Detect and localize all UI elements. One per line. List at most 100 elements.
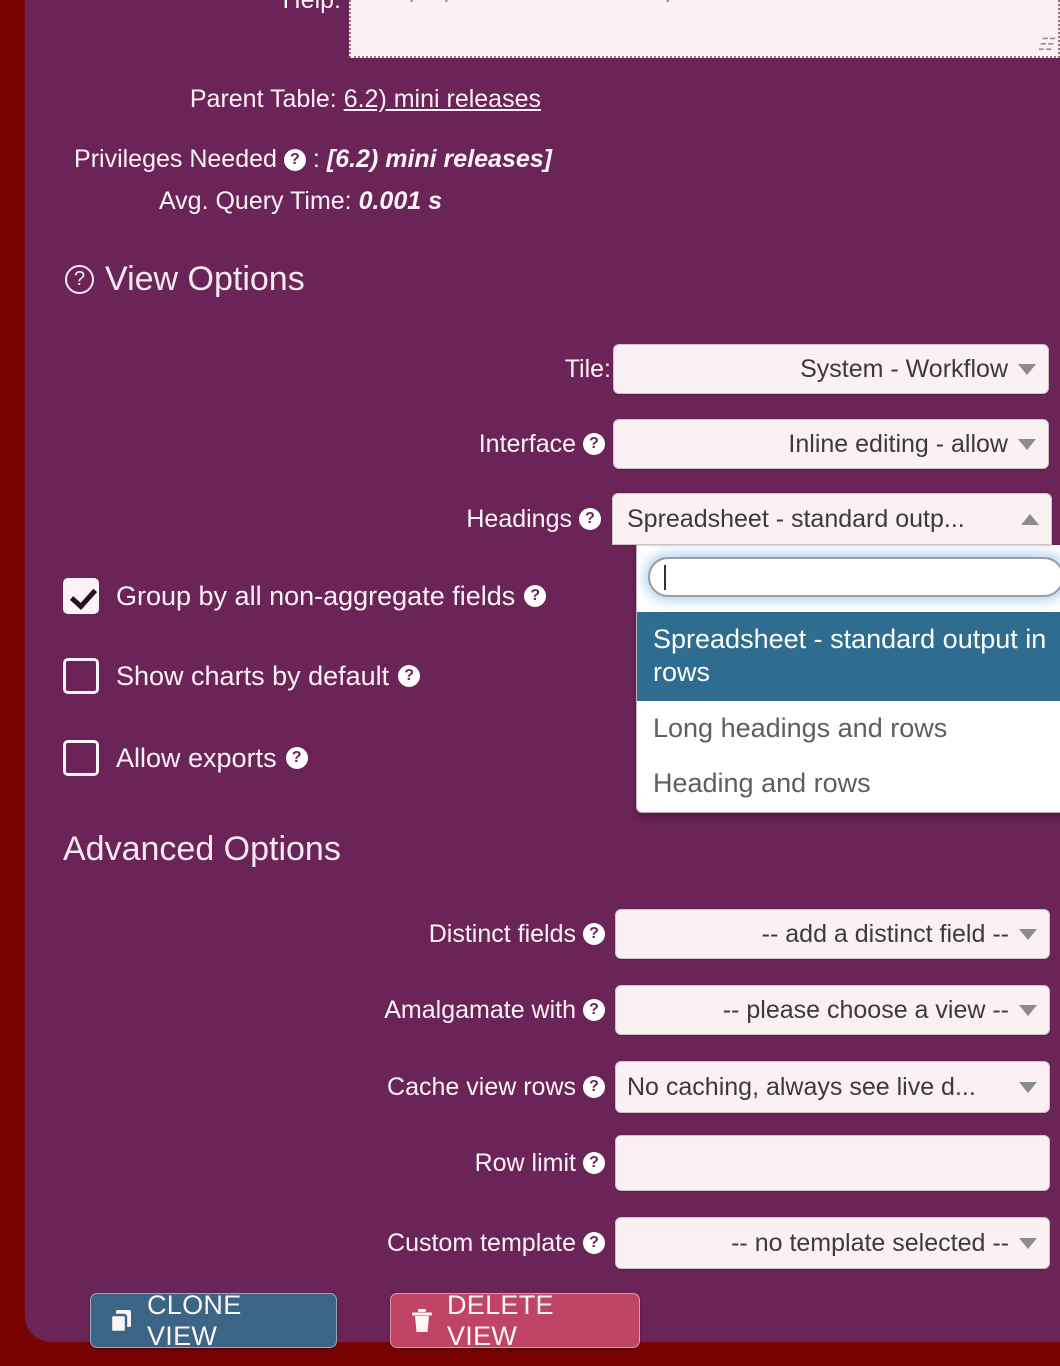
dropdown-option-spreadsheet[interactable]: Spreadsheet - standard output in rows [637,612,1060,701]
chevron-up-icon [1021,513,1039,525]
help-textarea[interactable]: The purpose of this view, help notes for… [349,0,1060,58]
clone-view-button-label: CLONE VIEW [147,1289,242,1351]
help-icon[interactable]: ? [583,999,605,1021]
interface-select[interactable]: Inline editing - allow [613,419,1049,469]
custom-template-value: -- no template selected -- [731,1228,1009,1257]
privileges-needed-line: Privileges Needed ? : [6.2) mini release… [25,145,552,174]
trash-icon [409,1308,435,1334]
amalgamate-with-label-text: Amalgamate with [384,995,576,1024]
tile-select-value: System - Workflow [800,354,1008,383]
headings-label-text: Headings [466,504,572,533]
checkbox-group-by-label: Group by all non-aggregate fields [116,580,516,611]
row-limit-row: Row limit ? [25,1135,1060,1191]
clone-view-button[interactable]: CLONE VIEW [90,1290,337,1351]
headings-select[interactable]: Spreadsheet - standard outp... [612,493,1052,545]
checkbox-allow-exports-row[interactable]: Allow exports ? [63,740,308,776]
view-settings-panel: Help: The purpose of this view, help not… [25,0,1060,1351]
dropdown-option-heading-and-rows[interactable]: Heading and rows [637,756,1060,811]
dropdown-search-input[interactable] [648,557,1060,597]
help-icon[interactable]: ? [583,1076,605,1098]
amalgamate-with-value: -- please choose a view -- [722,995,1009,1024]
distinct-fields-select[interactable]: -- add a distinct field -- [615,909,1050,959]
headings-select-value: Spreadsheet - standard outp... [627,504,965,533]
chevron-down-icon [1019,928,1037,940]
checkbox-show-charts-row[interactable]: Show charts by default ? [63,658,421,694]
chevron-down-icon [1019,1004,1037,1016]
checkbox-group-by-text: Group by all non-aggregate fields ? [116,580,547,612]
avg-query-time-line: Avg. Query Time: 0.001 s [25,187,442,216]
cache-view-rows-label: Cache view rows ? [25,1073,605,1102]
cache-view-rows-select[interactable]: No caching, always see live d... [615,1061,1050,1113]
chevron-down-icon [1019,1237,1037,1249]
help-label: Help: [282,0,341,14]
text-cursor [664,565,666,590]
avg-query-time-value: 0.001 s [358,187,442,215]
interface-select-value: Inline editing - allow [788,429,1008,458]
headings-row: Headings ? Spreadsheet - standard outp..… [25,493,1060,545]
help-icon[interactable]: ? [283,148,306,171]
tile-row: Tile: System - Workflow [25,344,1060,394]
delete-view-button[interactable]: DELETE VIEW [390,1290,640,1351]
help-icon[interactable]: ? [583,1232,605,1254]
privileges-needed-value: [6.2) mini releases] [326,145,552,173]
view-options-heading: ? View Options [65,260,305,299]
chevron-down-icon [1018,363,1036,375]
checkbox-show-charts[interactable] [63,658,99,694]
row-limit-label-text: Row limit [474,1148,576,1177]
help-icon[interactable]: ? [579,508,601,530]
amalgamate-with-label: Amalgamate with ? [25,996,605,1025]
tile-select[interactable]: System - Workflow [613,344,1049,394]
privileges-needed-label: Privileges Needed [74,145,277,173]
avg-query-time-label: Avg. Query Time: [158,187,352,215]
help-icon[interactable]: ? [583,1152,605,1174]
help-icon[interactable]: ? [398,665,421,687]
help-placeholder-text: The purpose of this view, help notes for… [361,0,844,3]
help-icon[interactable]: ? [583,433,605,455]
view-options-heading-label: View Options [105,260,305,298]
help-circle-icon[interactable]: ? [65,265,94,294]
delete-view-button-label: DELETE VIEW [447,1289,554,1351]
checkbox-show-charts-text: Show charts by default ? [116,660,421,692]
amalgamate-with-row: Amalgamate with ? -- please choose a vie… [25,985,1060,1035]
chevron-down-icon [1018,438,1036,450]
row-limit-label: Row limit ? [25,1149,605,1178]
distinct-fields-value: -- add a distinct field -- [761,919,1009,948]
distinct-fields-label: Distinct fields ? [25,920,605,949]
cache-view-rows-value: No caching, always see live d... [627,1072,976,1101]
parent-table-label: Parent Table: [189,85,337,113]
help-icon[interactable]: ? [285,747,308,769]
interface-row: Interface ? Inline editing - allow [25,419,1060,469]
checkbox-allow-exports[interactable] [63,740,99,776]
checkbox-group-by-row[interactable]: Group by all non-aggregate fields ? [63,578,547,614]
distinct-fields-row: Distinct fields ? -- add a distinct fiel… [25,909,1060,959]
custom-template-label-text: Custom template [387,1228,576,1257]
advanced-options-heading-label: Advanced Options [63,830,341,868]
dropdown-option-long-headings[interactable]: Long headings and rows [637,701,1060,756]
tile-label-text: Tile: [564,354,611,383]
parent-table-link[interactable]: 6.2) mini releases [344,85,541,113]
checkbox-allow-exports-text: Allow exports ? [116,743,308,774]
help-icon[interactable]: ? [583,923,605,945]
dropdown-search-wrapper [637,545,1060,612]
copy-icon [109,1308,135,1334]
headings-dropdown-menu: Spreadsheet - standard output in rows Lo… [636,545,1060,813]
checkbox-group-by[interactable] [63,578,99,614]
row-limit-input[interactable] [615,1135,1050,1191]
resize-handle-icon[interactable]: ☷ [1036,35,1058,54]
chevron-down-icon [1019,1081,1037,1093]
advanced-options-heading: Advanced Options [63,830,341,869]
custom-template-select[interactable]: -- no template selected -- [615,1217,1050,1269]
help-icon[interactable]: ? [524,585,547,607]
privileges-colon: : [312,145,320,173]
interface-label-text: Interface [478,429,576,458]
tile-label: Tile: [25,355,611,384]
custom-template-label: Custom template ? [25,1229,605,1258]
cache-view-rows-label-text: Cache view rows [387,1072,576,1101]
custom-template-row: Custom template ? -- no template selecte… [25,1217,1060,1269]
headings-label: Headings ? [25,505,601,534]
parent-table-line: Parent Table: 6.2) mini releases [25,85,541,114]
interface-label: Interface ? [25,430,605,459]
checkbox-show-charts-label: Show charts by default [116,660,390,691]
amalgamate-with-select[interactable]: -- please choose a view -- [615,985,1050,1035]
app-frame: Help: The purpose of this view, help not… [0,0,1060,1366]
